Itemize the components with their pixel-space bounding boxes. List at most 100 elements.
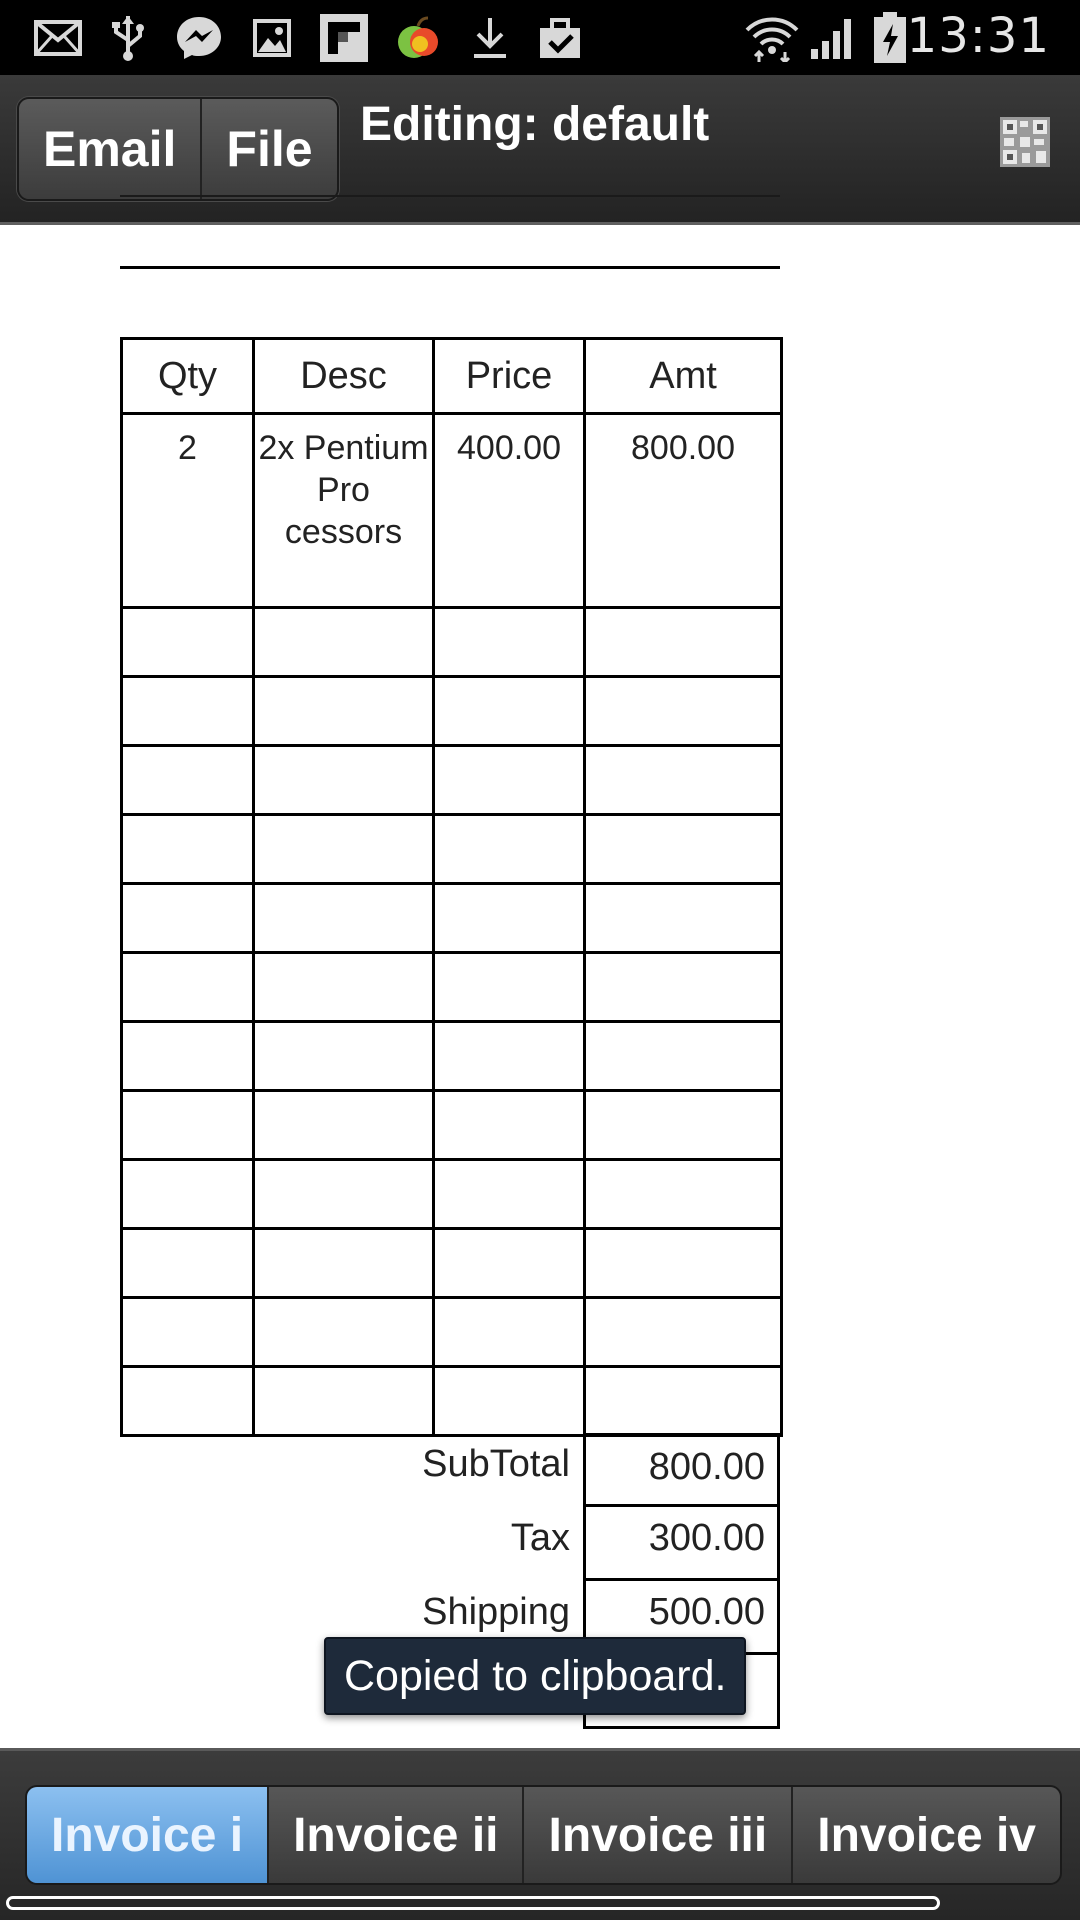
cell-amt[interactable]: 800.00	[583, 412, 783, 609]
clipboard-toast: Copied to clipboard.	[324, 1637, 747, 1715]
cell-amt[interactable]	[583, 1089, 783, 1161]
cell-price[interactable]	[432, 1158, 586, 1230]
table-row[interactable]	[120, 1227, 783, 1299]
cell-amt[interactable]	[583, 813, 783, 885]
file-button[interactable]: File	[200, 99, 337, 199]
table-row[interactable]: 2 2x Pentium Pro cessors 400.00 800.00	[120, 412, 783, 609]
cell-amt[interactable]	[583, 606, 783, 678]
table-row[interactable]	[120, 1365, 783, 1437]
table-row[interactable]	[120, 744, 783, 816]
table-row[interactable]	[120, 1020, 783, 1092]
table-row[interactable]	[120, 675, 783, 747]
column-header-price: Price	[432, 337, 586, 415]
tax-label: Tax	[510, 1517, 570, 1559]
page-title: Editing: default	[360, 98, 710, 151]
messenger-icon	[172, 14, 226, 62]
cell-desc[interactable]	[252, 744, 435, 816]
invoice-line-items-table: Qty Desc Price Amt 2 2x Pentium Pro cess…	[120, 337, 783, 1437]
flipboard-icon	[318, 14, 370, 62]
cell-desc[interactable]	[252, 951, 435, 1023]
tax-row: Tax 300.00	[120, 1507, 780, 1581]
cell-price[interactable]	[432, 1296, 586, 1368]
download-icon	[468, 14, 512, 62]
tab-invoice-iv[interactable]: Invoice iv	[791, 1787, 1060, 1883]
cell-price[interactable]	[432, 1365, 586, 1437]
cell-qty[interactable]	[120, 1365, 255, 1437]
cell-desc[interactable]	[252, 1158, 435, 1230]
cell-amt[interactable]	[583, 675, 783, 747]
subtotal-value[interactable]: 800.00	[583, 1433, 780, 1507]
shipping-label: Shipping	[422, 1591, 570, 1633]
cell-desc[interactable]	[252, 675, 435, 747]
cell-qty[interactable]	[120, 1227, 255, 1299]
footer-toolbar: Invoice i Invoice ii Invoice iii Invoice…	[0, 1748, 1080, 1920]
cell-qty[interactable]	[120, 951, 255, 1023]
cell-amt[interactable]	[583, 1296, 783, 1368]
table-row[interactable]	[120, 606, 783, 678]
horizontal-scrollbar[interactable]	[6, 1896, 940, 1910]
cell-amt[interactable]	[583, 1158, 783, 1230]
cell-price[interactable]	[432, 1227, 586, 1299]
cell-amt[interactable]	[583, 882, 783, 954]
status-bar: 13:31	[0, 0, 1080, 75]
cell-desc[interactable]	[252, 813, 435, 885]
cell-price[interactable]	[432, 744, 586, 816]
table-row[interactable]	[120, 882, 783, 954]
table-row[interactable]	[120, 813, 783, 885]
cell-price[interactable]	[432, 882, 586, 954]
screen: 13:31 Email File Editing: default Qty De…	[0, 0, 1080, 1920]
subtotal-row: SubTotal 800.00	[120, 1433, 780, 1507]
image-icon	[250, 14, 294, 62]
cell-desc[interactable]	[252, 1089, 435, 1161]
cell-price[interactable]	[432, 1089, 586, 1161]
tab-invoice-iii[interactable]: Invoice iii	[522, 1787, 792, 1883]
tab-invoice-i[interactable]: Invoice i	[27, 1787, 268, 1883]
clipboard-check-icon	[534, 14, 586, 62]
cell-amt[interactable]	[583, 1020, 783, 1092]
cell-qty[interactable]	[120, 744, 255, 816]
usb-icon	[106, 14, 150, 62]
app-toolbar: Email File Editing: default	[0, 75, 1080, 225]
cell-price[interactable]	[432, 606, 586, 678]
email-icon	[32, 14, 84, 62]
cell-qty[interactable]	[120, 1158, 255, 1230]
cell-qty[interactable]	[120, 1020, 255, 1092]
email-button[interactable]: Email	[19, 99, 201, 199]
cell-price[interactable]: 400.00	[432, 412, 586, 609]
cell-qty[interactable]	[120, 813, 255, 885]
cell-desc[interactable]	[252, 606, 435, 678]
cell-amt[interactable]	[583, 951, 783, 1023]
table-row[interactable]	[120, 1296, 783, 1368]
cell-price[interactable]	[432, 951, 586, 1023]
header-divider	[120, 195, 780, 197]
cell-amt[interactable]	[583, 1227, 783, 1299]
tax-value[interactable]: 300.00	[583, 1507, 780, 1581]
signal-icon	[808, 14, 858, 62]
qr-code-icon[interactable]	[1000, 117, 1050, 167]
cell-qty[interactable]: 2	[120, 412, 255, 609]
cell-qty[interactable]	[120, 1089, 255, 1161]
cell-qty[interactable]	[120, 675, 255, 747]
table-row[interactable]	[120, 1089, 783, 1161]
cell-qty[interactable]	[120, 882, 255, 954]
cell-price[interactable]	[432, 813, 586, 885]
cell-desc[interactable]: 2x Pentium Pro cessors	[252, 412, 435, 609]
column-header-qty: Qty	[120, 337, 255, 415]
cell-desc[interactable]	[252, 1296, 435, 1368]
wifi-icon	[744, 14, 800, 62]
invoice-tabs: Invoice i Invoice ii Invoice iii Invoice…	[25, 1785, 1062, 1885]
table-row[interactable]	[120, 951, 783, 1023]
cell-qty[interactable]	[120, 1296, 255, 1368]
cell-price[interactable]	[432, 1020, 586, 1092]
cell-price[interactable]	[432, 675, 586, 747]
table-row[interactable]	[120, 1158, 783, 1230]
cell-amt[interactable]	[583, 744, 783, 816]
toolbar-button-group: Email File	[17, 97, 339, 201]
cell-desc[interactable]	[252, 1365, 435, 1437]
cell-amt[interactable]	[583, 1365, 783, 1437]
cell-desc[interactable]	[252, 1020, 435, 1092]
tab-invoice-ii[interactable]: Invoice ii	[267, 1787, 523, 1883]
cell-desc[interactable]	[252, 882, 435, 954]
cell-desc[interactable]	[252, 1227, 435, 1299]
cell-qty[interactable]	[120, 606, 255, 678]
